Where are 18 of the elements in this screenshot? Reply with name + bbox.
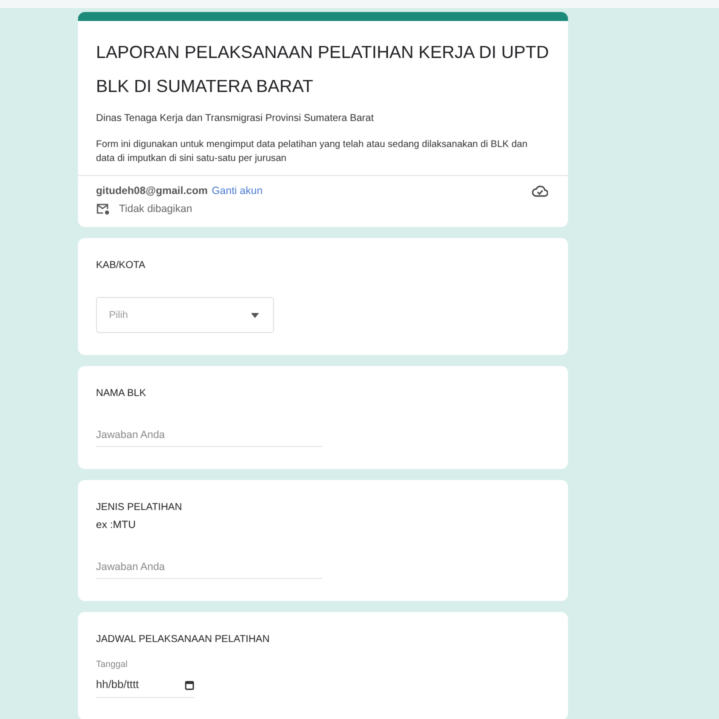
cloud-check-icon[interactable] [532, 185, 548, 197]
form-subtitle: Dinas Tenaga Kerja dan Transmigrasi Provinsi Sumatera Barat [96, 113, 375, 124]
switch-account-link[interactable]: Ganti akun [212, 185, 263, 197]
question-label: NAMA BLK [96, 388, 148, 399]
date-label: Tanggal [96, 659, 129, 669]
question-hint: ex :MTU [96, 519, 137, 531]
caret-icon [251, 312, 259, 318]
form-title: LAPORAN PELAKSANAAN PELATIHAN KERJA DI UPTD BLK DI SUMATERA BARAT [96, 41, 550, 98]
dropdown-field[interactable]: Pilih [96, 297, 274, 333]
calendar-icon [185, 680, 194, 690]
date-field[interactable]: hh/bb/tttt [96, 679, 194, 698]
question-label: KAB/KOTA [96, 260, 146, 271]
mail-icon [96, 203, 110, 215]
sharing-status: Tidak dibagikan [119, 203, 192, 215]
question-label: JENIS PELATIHAN [96, 502, 183, 513]
question-label: JADWAL PELAKSANAAN PELATIHAN [96, 634, 271, 645]
account-email: gitudeh08@gmail.com [96, 185, 208, 197]
form-description: Form ini digunakan untuk mengimput data pelatihan yang telah atau sedang dilaksanakan di BLK dan data di imputkan di sini satu-satu per jurusan [96, 138, 528, 166]
